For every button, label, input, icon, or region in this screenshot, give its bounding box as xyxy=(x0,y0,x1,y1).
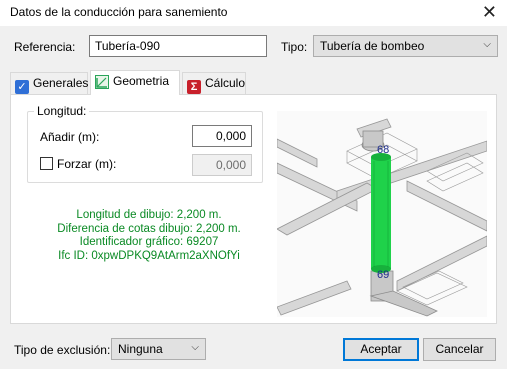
anadir-input[interactable]: 0,000 xyxy=(192,125,252,147)
geometry-icon xyxy=(95,75,109,89)
tab-generales[interactable]: ✓ Generales xyxy=(10,72,88,94)
sigma-icon: Σ xyxy=(187,80,201,94)
exclusion-select[interactable]: Ninguna ⌵ xyxy=(111,338,206,360)
exclusion-label: Tipo de exclusión: xyxy=(14,343,111,357)
tipo-label: Tipo: xyxy=(281,40,308,54)
longitud-group: Longitud: Añadir (m): 0,000 Forzar (m): … xyxy=(27,104,263,183)
anadir-label: Añadir (m): xyxy=(40,130,100,144)
tab-geometria-label: Geometria xyxy=(113,74,170,88)
node-label-top: 68 xyxy=(377,144,389,156)
info-diferencia-cotas: Diferencia de cotas dibujo: 2,200 m. xyxy=(57,222,241,235)
close-icon[interactable]: ✕ xyxy=(482,2,497,22)
window-title: Datos de la conducción para sanemiento xyxy=(10,5,228,19)
node-label-bottom: 69 xyxy=(377,269,389,281)
info-ifc-id: Ifc ID: 0xpwDPKQ9AtArm2aXNOfYi xyxy=(58,249,240,262)
forzar-checkbox[interactable] xyxy=(40,157,53,170)
forzar-label: Forzar (m): xyxy=(57,157,117,171)
pipe-3d-preview[interactable]: 68 69 xyxy=(277,111,487,317)
tab-panel-geometria: Longitud: Añadir (m): 0,000 Forzar (m): … xyxy=(10,94,497,324)
chevron-down-icon: ⌵ xyxy=(191,342,199,353)
referencia-input[interactable]: Tubería-090 xyxy=(89,35,267,57)
forzar-input[interactable]: 0,000 xyxy=(192,154,252,176)
info-longitud-dibujo: Longitud de dibujo: 2,200 m. xyxy=(76,209,222,221)
tab-generales-label: Generales xyxy=(33,76,89,90)
exclusion-select-value: Ninguna xyxy=(118,342,163,356)
referencia-label: Referencia: xyxy=(14,40,76,54)
cancelar-button[interactable]: Cancelar xyxy=(423,338,496,361)
tab-geometria[interactable]: Geometria xyxy=(90,70,180,95)
longitud-group-title: Longitud: xyxy=(34,104,90,118)
checkbox-icon: ✓ xyxy=(15,80,29,94)
info-identificador: Identificador gráfico: 69207 xyxy=(79,236,219,248)
tipo-select[interactable]: Tubería de bombeo ⌵ xyxy=(313,35,498,57)
geometry-info: Longitud de dibujo: 2,200 m. Diferencia … xyxy=(31,209,267,263)
chevron-down-icon: ⌵ xyxy=(483,39,491,50)
aceptar-button[interactable]: Aceptar xyxy=(343,338,419,361)
tab-calculo-label: Cálculo xyxy=(205,76,246,90)
tab-calculo[interactable]: Σ Cálculo xyxy=(182,72,246,94)
title-bar: Datos de la conducción para sanemiento ✕ xyxy=(0,0,507,26)
tipo-select-value: Tubería de bombeo xyxy=(320,39,425,53)
